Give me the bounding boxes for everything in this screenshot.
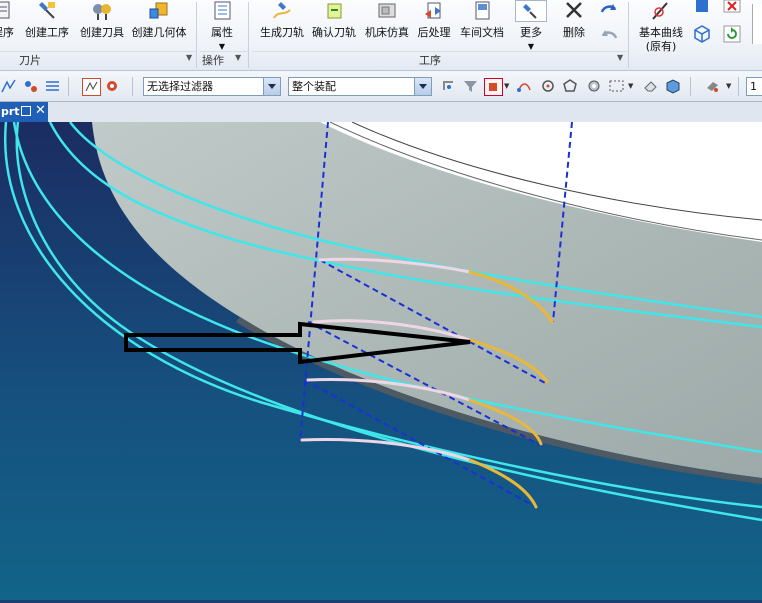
shop-documentation-button[interactable]: 车间文档	[456, 0, 508, 52]
document-tab-strip: prt ✕	[0, 102, 762, 123]
postprocess-icon	[423, 0, 445, 22]
tab-label: prt	[1, 105, 20, 118]
basic-curves-label: 基本曲线	[639, 26, 683, 39]
generate-toolpath-label: 生成刀轨	[260, 26, 304, 39]
more-label: 更多	[520, 26, 542, 39]
machine-simulation-button[interactable]: 机床仿真	[361, 0, 413, 52]
delete-icon	[563, 0, 585, 22]
snap-point-icon[interactable]	[440, 78, 457, 94]
basic-curves-sublabel: (原有)	[645, 40, 677, 53]
assembly-scope-value: 整个装配	[292, 80, 336, 93]
verify-toolpath-icon	[323, 0, 345, 22]
filter-settings-icon[interactable]	[44, 78, 61, 94]
value-field-text: 1	[750, 80, 757, 93]
chevron-down-icon[interactable]: ▼	[726, 82, 731, 90]
machine-simulation-icon	[376, 0, 398, 22]
select-icon[interactable]	[22, 78, 39, 94]
arc-center-icon[interactable]	[540, 78, 557, 94]
redo-icon[interactable]	[598, 26, 620, 44]
create-tool-button[interactable]: 创建刀具	[76, 0, 128, 52]
polygon-snap-icon[interactable]	[562, 78, 579, 94]
selection-filter-value: 无选择过滤器	[147, 80, 213, 93]
cube-view-icon[interactable]	[664, 78, 681, 94]
properties-icon	[211, 0, 233, 22]
create-tool-label: 创建刀具	[80, 26, 124, 39]
ribbon-separator	[248, 2, 249, 68]
properties-button[interactable]: 属性 ▼	[203, 0, 241, 52]
snap-icon[interactable]	[0, 78, 17, 94]
create-tool-icon	[91, 0, 113, 22]
basic-curves-icon	[650, 0, 672, 22]
wireframe-cube-icon[interactable]	[692, 24, 712, 44]
more-icon	[515, 0, 547, 22]
delete-button[interactable]: 删除	[556, 0, 592, 52]
tab-prt[interactable]: prt ✕	[0, 102, 48, 122]
create-operation-button[interactable]: 创建工序	[21, 0, 73, 52]
group-label-operation: 工序	[419, 54, 441, 67]
eraser-icon[interactable]	[642, 78, 659, 94]
gear-select-icon[interactable]	[586, 78, 603, 94]
more-button[interactable]: 更多 ▼	[512, 0, 550, 52]
red-cross-icon[interactable]	[722, 0, 742, 14]
toolbar-separator	[690, 77, 691, 96]
machine-simulation-label: 机床仿真	[365, 26, 409, 39]
create-operation-label: 创建工序	[25, 26, 69, 39]
group-divider	[252, 51, 628, 52]
generate-toolpath-button[interactable]: 生成刀轨	[256, 0, 308, 52]
group-divider	[200, 51, 248, 52]
postprocess-label: 后处理	[417, 26, 451, 39]
value-field[interactable]: 1	[746, 77, 762, 96]
properties-label: 属性	[211, 26, 233, 39]
toolbar-separator	[132, 77, 133, 96]
ribbon-separator	[196, 2, 197, 68]
ribbon-cutoff-panel	[752, 4, 762, 44]
graphics-viewport[interactable]	[0, 121, 762, 600]
selection-filter-dropdown[interactable]: 无选择过滤器	[143, 77, 281, 96]
toolbar-separator	[738, 77, 739, 96]
create-geometry-button[interactable]: 创建几何体	[129, 0, 189, 52]
create-geometry-icon	[148, 0, 170, 22]
verify-toolpath-label: 确认刀轨	[312, 26, 356, 39]
basic-curves-button[interactable]: 基本曲线 (原有)	[633, 0, 689, 53]
shop-documentation-label: 车间文档	[460, 26, 504, 39]
group-label-blade: 刀片	[19, 54, 41, 67]
filter-funnel-icon[interactable]	[462, 78, 479, 94]
select-feature-icon[interactable]	[82, 78, 101, 96]
ribbon: 程序 创建工序 创建刀具 创建几何体 属性 ▼ 生成刀轨	[0, 0, 762, 71]
delete-label: 删除	[563, 26, 585, 39]
group-label-operations: 操作	[202, 54, 224, 67]
toolbar-separator	[68, 77, 69, 96]
chevron-down-icon[interactable]	[263, 78, 280, 95]
undo-icon[interactable]	[598, 0, 620, 18]
group-expand-icon[interactable]: ▼	[617, 53, 623, 62]
create-program-label: 程序	[0, 26, 14, 39]
refresh-icon[interactable]	[722, 24, 742, 44]
chevron-down-icon[interactable]: ▼	[504, 82, 509, 90]
curve-rule-icon[interactable]	[516, 78, 533, 94]
select-face-icon[interactable]	[484, 78, 503, 96]
chevron-down-icon[interactable]	[414, 78, 431, 95]
selection-toolbar: 无选择过滤器 整个装配 ▼ ▼ ▼ 1	[0, 71, 762, 102]
postprocess-button[interactable]: 后处理	[414, 0, 454, 52]
assembly-scope-dropdown[interactable]: 整个装配	[288, 77, 432, 96]
group-divider	[0, 51, 196, 52]
group-expand-icon[interactable]: ▼	[235, 53, 241, 62]
group-expand-icon[interactable]: ▼	[186, 53, 192, 62]
generate-toolpath-icon	[271, 0, 293, 22]
render-style-icon[interactable]	[704, 78, 721, 94]
chevron-down-icon[interactable]: ▼	[628, 82, 633, 90]
create-operation-icon	[36, 0, 58, 22]
box-select-icon[interactable]	[608, 78, 625, 94]
undock-icon[interactable]	[21, 106, 31, 116]
ribbon-separator	[628, 2, 629, 68]
create-geometry-label: 创建几何体	[131, 26, 187, 39]
create-program-button[interactable]: 程序	[0, 0, 18, 52]
cad-scene	[0, 121, 762, 600]
verify-toolpath-button[interactable]: 确认刀轨	[309, 0, 359, 52]
shop-documentation-icon	[471, 0, 493, 22]
solid-cube-icon[interactable]	[692, 0, 712, 14]
highlight-icon[interactable]	[104, 78, 121, 94]
create-program-icon	[0, 0, 14, 22]
close-icon[interactable]: ✕	[35, 103, 46, 118]
